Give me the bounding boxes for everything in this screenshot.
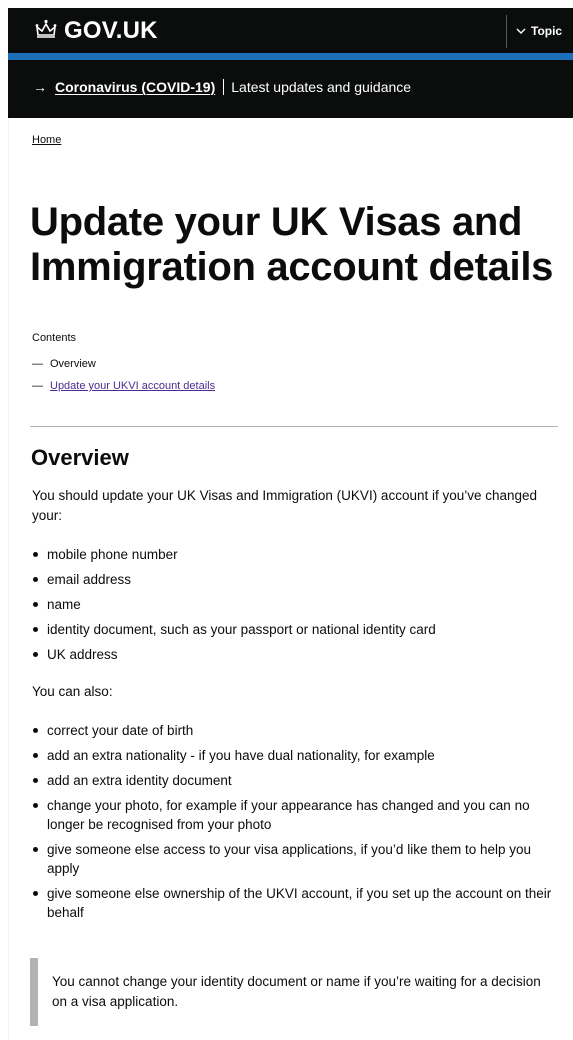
also-label: You can also: [32,684,113,699]
list-item: mobile phone number [32,545,552,564]
list-item: change your photo, for example if your a… [32,796,552,834]
crown-icon [34,18,58,45]
inset-text: You cannot change your identity document… [52,974,541,1009]
covid-link[interactable]: Coronavirus (COVID-19) [55,79,215,95]
govuk-logo-link[interactable]: GOV.UK [34,16,158,46]
overview-intro: You should update your UK Visas and Immi… [32,488,538,523]
dash-icon: — [32,380,43,392]
dash-icon: — [32,358,43,370]
list-item: correct your date of birth [32,721,552,740]
section-divider [30,426,558,427]
list-item: add an extra nationality - if you have d… [32,746,552,765]
topics-menu-button[interactable]: Topic [516,20,562,42]
topics-label: Topic [531,24,563,38]
list-item: email address [32,570,552,589]
contents-item-label: Overview [50,358,96,370]
list-item: name [32,595,552,614]
banner-separator [223,79,225,95]
list-item: UK address [32,645,552,664]
breadcrumb: Home [32,134,61,146]
breadcrumb-home-link[interactable]: Home [32,134,61,146]
header-divider [506,15,507,48]
list-item: give someone else access to your visa ap… [32,840,552,878]
logo-text: GOV.UK [64,17,158,44]
site-header: GOV.UK Topic [8,8,573,53]
arrow-right-icon: → [33,79,47,95]
contents-link-update-account[interactable]: Update your UKVI account details [50,380,215,392]
chevron-down-icon [516,24,526,38]
also-items-list: correct your date of birth add an extra … [32,721,552,928]
contents-label: Contents [32,332,77,344]
contents-list: — Overview — Update your UKVI account deta… [32,356,215,400]
header-accent-bar [8,53,573,60]
inset-text-box: You cannot change your identity document… [30,958,558,1026]
page-title: Update your UK Visas and Immigration acc… [30,200,554,289]
contents-item-overview: — Overview [32,356,215,378]
covid-banner: → Coronavirus (COVID-19) Latest updates … [8,60,573,118]
changed-items-list: mobile phone number email address name i… [32,545,552,670]
covid-banner-text: Latest updates and guidance [231,79,412,95]
contents-item-update[interactable]: — Update your UKVI account details [32,378,215,400]
list-item: add an extra identity document [32,771,552,790]
list-item: give someone else ownership of the UKVI … [32,884,552,922]
overview-heading: Overview [31,445,129,470]
list-item: identity document, such as your passport… [32,620,552,639]
page-left-edge [8,118,9,1040]
